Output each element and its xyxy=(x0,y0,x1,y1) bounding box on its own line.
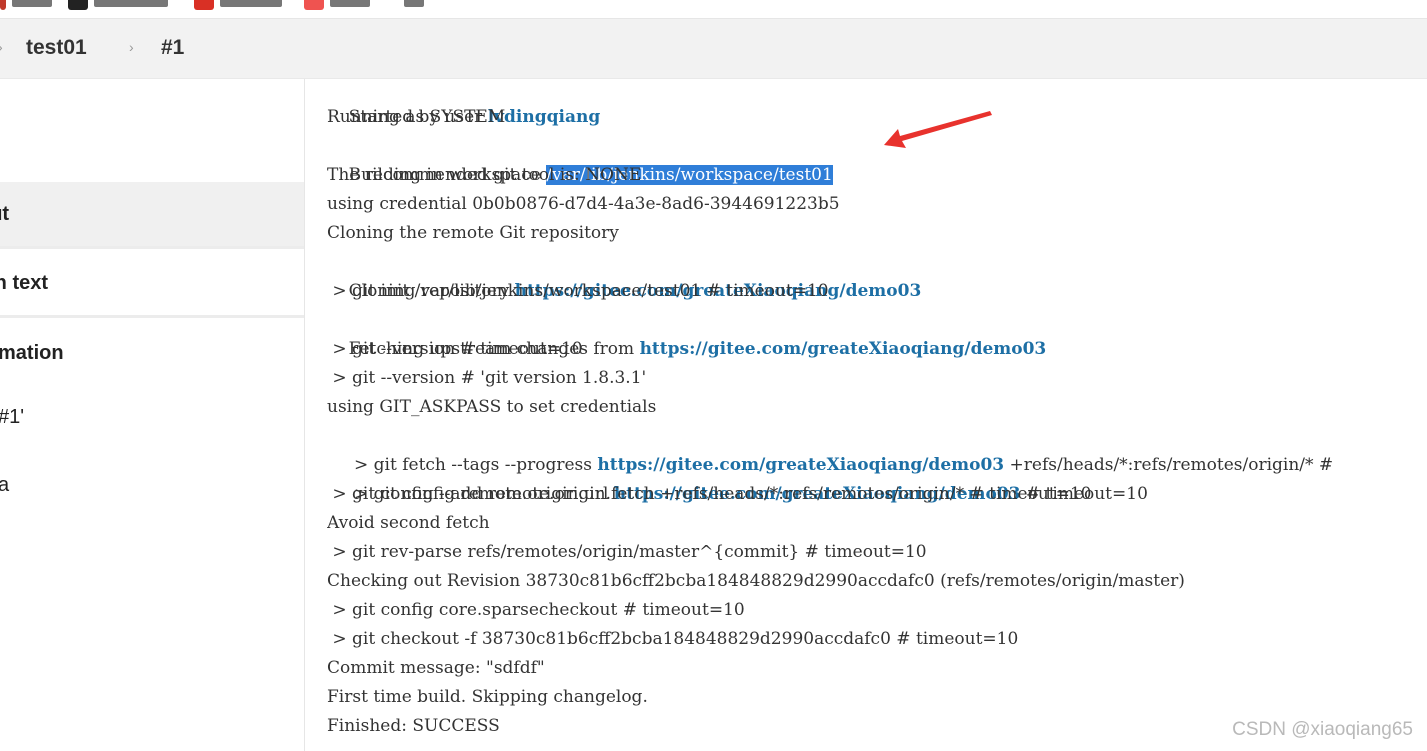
sidebar-divider xyxy=(0,315,304,318)
sidebar: out ain text ormation #1' a xyxy=(0,79,305,751)
bookmark-item[interactable] xyxy=(0,0,52,12)
sidebar-item-extra[interactable]: a xyxy=(0,474,304,497)
console-line: using credential 0b0b0876-d7d4-4a3e-8ad6… xyxy=(327,194,840,214)
console-line: Checking out Revision 38730c81b6cff2bcba… xyxy=(327,571,1185,591)
console-line: > git rev-parse refs/remotes/origin/mast… xyxy=(327,542,927,562)
bookmark-icon xyxy=(194,0,214,10)
console-output: Started by user lvdingqiang Running as S… xyxy=(327,74,1427,751)
chevron-right-icon[interactable]: › xyxy=(129,39,134,55)
console-line: > git checkout -f 38730c81b6cff2bcba1848… xyxy=(327,629,1019,649)
annotation-arrow-icon xyxy=(884,111,992,148)
bookmark-item[interactable] xyxy=(194,0,282,12)
sidebar-item-label: ain text xyxy=(0,271,49,294)
sidebar-item-build[interactable]: #1' xyxy=(0,406,304,429)
console-line: Running as SYSTEM xyxy=(327,107,506,127)
breadcrumb-job[interactable]: test01 xyxy=(26,36,87,60)
console-line: > git config --add remote.origin.fetch +… xyxy=(327,484,1092,504)
bookmark-item[interactable] xyxy=(404,0,424,12)
console-line: > git config remote.origin.url https://g… xyxy=(348,484,1148,504)
bookmark-icon xyxy=(68,0,88,10)
bookmarks-bar xyxy=(0,0,1427,19)
console-line: > git --version # timeout=10 xyxy=(327,339,583,359)
console-line: Building in workspace /var/lib/jenkins/w… xyxy=(348,165,833,185)
console-line: Fetching upstream changes from https://g… xyxy=(348,339,1047,359)
sidebar-item-information[interactable]: ormation xyxy=(0,321,304,385)
sidebar-item-console-output[interactable]: out xyxy=(0,182,304,246)
breadcrumb: › test01 › #1 xyxy=(0,19,1427,79)
console-line: > git fetch --tags --progress https://gi… xyxy=(348,455,1334,475)
console-line: Commit message: "sdfdf" xyxy=(327,658,545,678)
bookmark-item[interactable] xyxy=(304,0,370,12)
breadcrumb-build[interactable]: #1 xyxy=(161,36,184,60)
console-line: > git config core.sparsecheckout # timeo… xyxy=(327,600,745,620)
bookmark-icon xyxy=(304,0,324,10)
console-line: > git --version # 'git version 1.8.3.1' xyxy=(327,368,647,388)
console-line: Finished: SUCCESS xyxy=(327,716,500,736)
console-line: First time build. Skipping changelog. xyxy=(327,687,648,707)
bookmark-icon xyxy=(0,0,6,10)
sidebar-item-label: a xyxy=(0,474,10,496)
console-line: The recommended git tool is: NONE xyxy=(327,165,642,185)
chevron-right-icon: › xyxy=(0,39,3,55)
console-line: using GIT_ASKPASS to set credentials xyxy=(327,397,657,417)
sidebar-item-label: ormation xyxy=(0,341,64,364)
sidebar-item-label: #1' xyxy=(0,406,25,428)
console-line: > git init /var/lib/jenkins/workspace/te… xyxy=(327,281,829,301)
bookmark-item[interactable] xyxy=(68,0,168,12)
console-line: Cloning the remote Git repository xyxy=(327,223,619,243)
sidebar-item-label: out xyxy=(0,202,10,225)
console-line: Cloning repository https://gitee.com/gre… xyxy=(348,281,922,301)
watermark: CSDN @xiaoqiang65 xyxy=(1232,719,1413,740)
sidebar-item-view-plain-text[interactable]: ain text xyxy=(0,251,304,315)
console-line: Avoid second fetch xyxy=(327,513,490,533)
console-line: Started by user lvdingqiang xyxy=(348,107,601,127)
repo-link[interactable]: https://gitee.com/greateXiaoqiang/demo03 xyxy=(640,339,1047,359)
sidebar-divider xyxy=(0,246,304,249)
